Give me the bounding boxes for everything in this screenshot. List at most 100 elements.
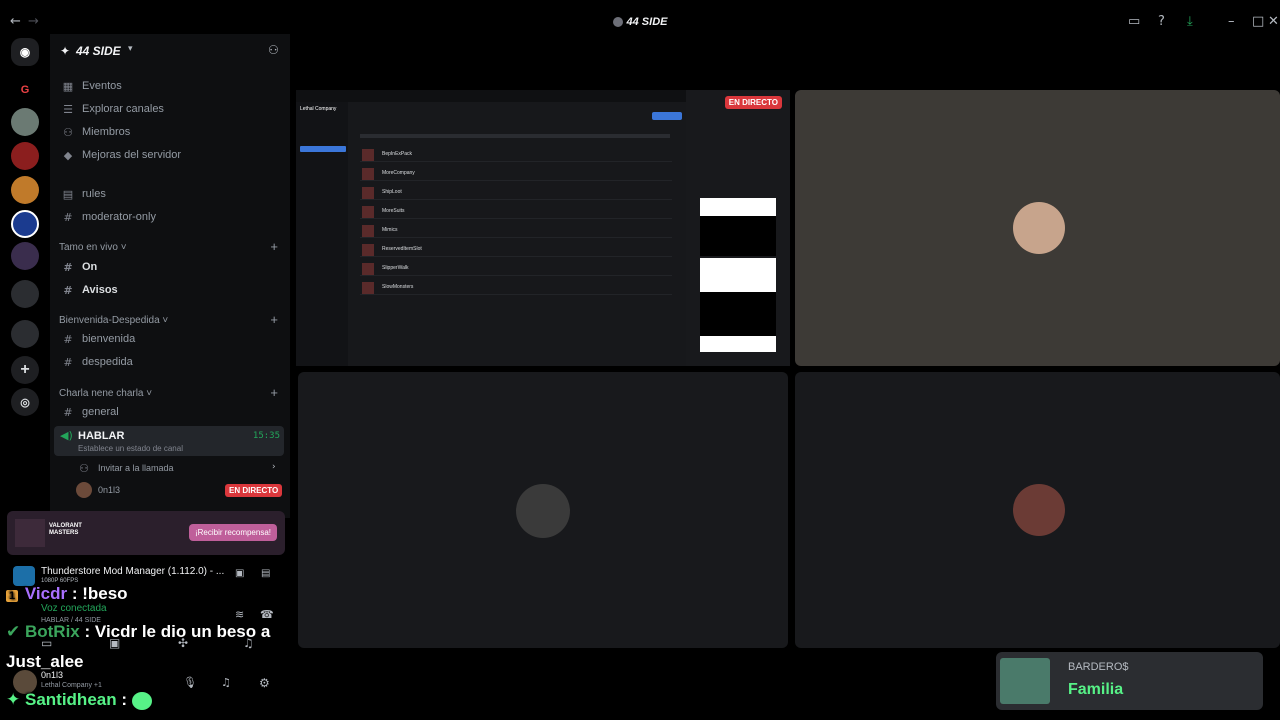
stream-black-box [700, 292, 776, 336]
disconnect-icon[interactable]: ☎ [260, 608, 274, 621]
stream-mod-row: MoreSuits [360, 205, 672, 219]
stream-mod-thumb [362, 149, 374, 161]
participant-avatar [1013, 484, 1065, 536]
member-name: 0n1l3 [98, 485, 121, 495]
channel-avisos[interactable]: # Avisos [60, 280, 118, 300]
noise-suppression-icon[interactable]: ≋ [235, 608, 244, 621]
participant-tile-camera[interactable] [795, 90, 1280, 366]
promo-brand: VALORANT MASTERS [49, 523, 82, 537]
channel-label: Avisos [82, 284, 118, 296]
stream-mod-row: SlipperWalk [360, 262, 672, 276]
claim-reward-button[interactable]: ¡Recibir recompensa! [188, 524, 277, 541]
add-channel-icon[interactable]: + [270, 239, 278, 254]
channel-general[interactable]: # general [60, 402, 118, 422]
screen-icon[interactable]: ▣ [235, 568, 244, 579]
category-bienvenida[interactable]: Bienvenida-Despedida ˅ [59, 315, 168, 326]
add-server-icon[interactable]: + [11, 356, 39, 384]
server-club-icon[interactable] [11, 210, 39, 238]
stream-mod-thumb [362, 187, 374, 199]
download-icon[interactable]: ⤓ [1187, 14, 1193, 29]
voice-channel-hablar[interactable]: ◀) HABLAR 15:35 Establece un estado de c… [54, 426, 284, 456]
settings-gear-icon[interactable]: ⚙ [259, 676, 270, 690]
stream-mod-row: SlowMonsters [360, 281, 672, 295]
add-member-icon[interactable]: ⚇ [268, 43, 279, 57]
chevron-down-icon: ˅ [162, 315, 169, 326]
channel-despedida[interactable]: # despedida [60, 352, 132, 372]
user-activity: Lethal Company +1 [41, 682, 102, 689]
participant-tile[interactable] [298, 372, 788, 648]
channel-status-hint[interactable]: Establece un estado de canal [78, 444, 183, 453]
nav-members[interactable]: ⚇ Miembros [60, 122, 130, 142]
headphones-icon[interactable]: ♫ [221, 676, 231, 689]
chat-user: Santidhean [24, 690, 117, 709]
server-g-icon[interactable]: G [11, 76, 39, 104]
server-folder-icon[interactable] [11, 242, 39, 270]
nav-events[interactable]: ▦ Eventos [60, 76, 122, 96]
participant-avatar [516, 484, 570, 538]
shared-app-title: Thunderstore Mod Manager (1.112.0) - ... [41, 566, 225, 577]
hash-icon: # [63, 355, 73, 369]
stream-mod-name: BepInExPack [382, 151, 413, 157]
stream-mod-row: ShipLoot [360, 186, 672, 200]
nav-server-boosts[interactable]: ◆ Mejoras del servidor [60, 145, 181, 165]
add-channel-icon[interactable]: + [270, 312, 278, 327]
stream-white-box [700, 336, 776, 352]
chat-message: ✦ Santidhean : [6, 690, 152, 710]
channel-sidebar: ✦ 44 SIDE ▾ ⚇ ▦ Eventos ☰ Explorar canales… [50, 34, 290, 518]
server-avatar-icon[interactable] [11, 108, 39, 136]
hash-icon: # [63, 332, 73, 346]
channel-label: On [82, 261, 98, 273]
channel-moderator-only[interactable]: # moderator-only [60, 207, 156, 227]
promo-banner: VALORANT MASTERS ¡Recibir recompensa! [7, 511, 285, 555]
stream-mod-name: SlipperWalk [382, 265, 409, 271]
server-badge-icon: ✦ [60, 44, 71, 58]
stream-mod-name: MoreCompany [382, 170, 415, 176]
stream-search-bar [360, 134, 670, 138]
channel-on[interactable]: # On [60, 257, 97, 277]
category-tamo[interactable]: Tamo en vivo ˅ [59, 242, 127, 253]
hash-icon: # [63, 405, 73, 419]
discord-home-icon[interactable]: ◉ [11, 38, 39, 66]
invite-to-call[interactable]: ⚇ Invitar a la llamada [76, 458, 174, 478]
speaker-icon: ◀) [60, 429, 73, 442]
stream-tile[interactable]: Lethal Company BepInExPack MoreCompany Shi… [296, 90, 790, 366]
stream-mod-thumb [362, 282, 374, 294]
chat-message-continuation: Just_alee [6, 652, 84, 672]
server-header[interactable]: ✦ 44 SIDE ▾ ⚇ [50, 34, 290, 68]
voice-channel-name: HABLAR [78, 430, 125, 442]
server-orange-icon[interactable] [11, 176, 39, 204]
inbox-icon[interactable]: ▭ [1128, 14, 1140, 29]
promo-image [15, 519, 45, 547]
server-folder2-icon[interactable] [11, 320, 39, 348]
voice-member[interactable]: 0n1l3 [76, 480, 120, 500]
channel-bienvenida[interactable]: # bienvenida [60, 329, 135, 349]
add-channel-icon[interactable]: + [270, 385, 278, 400]
boost-icon: ◆ [63, 148, 73, 162]
discover-icon[interactable]: ◎ [11, 388, 39, 416]
stream-mod-name: ShipLoot [382, 189, 402, 195]
microphone-icon[interactable]: 🎙︎ [183, 676, 197, 689]
minimize-icon[interactable]: – [1228, 14, 1235, 29]
category-charla[interactable]: Charla nene charla ˅ [59, 388, 152, 399]
promo-brand-line: VALORANT [49, 523, 82, 529]
close-icon[interactable]: ✕ [1268, 14, 1279, 29]
help-icon[interactable]: ? [1158, 14, 1165, 29]
list-icon: ☰ [63, 102, 73, 116]
live-badge: EN DIRECTO [225, 484, 283, 497]
chat-message: 1 Vicdr : !beso [6, 584, 128, 604]
channel-label: rules [82, 188, 106, 200]
hash-icon: # [63, 260, 73, 274]
album-art [1000, 658, 1050, 704]
nav-browse-channels[interactable]: ☰ Explorar canales [60, 99, 164, 119]
chat-message: ✔ BotRix : Vicdr le dio un beso a [6, 622, 270, 642]
participant-tile[interactable] [795, 372, 1280, 648]
stream-mod-name: Mimics [382, 227, 398, 233]
maximize-icon[interactable]: □ [1252, 14, 1264, 29]
stop-share-icon[interactable]: ▤ [261, 568, 270, 579]
channel-rules[interactable]: ▤ rules [60, 184, 106, 204]
server-group-icon[interactable] [11, 280, 39, 308]
chat-text: Vicdr le dio un beso a [94, 622, 271, 641]
server-red-icon[interactable] [11, 142, 39, 170]
server-rail: ◉ G + ◎ [0, 34, 50, 520]
invite-label: Invitar a la llamada [98, 463, 174, 473]
